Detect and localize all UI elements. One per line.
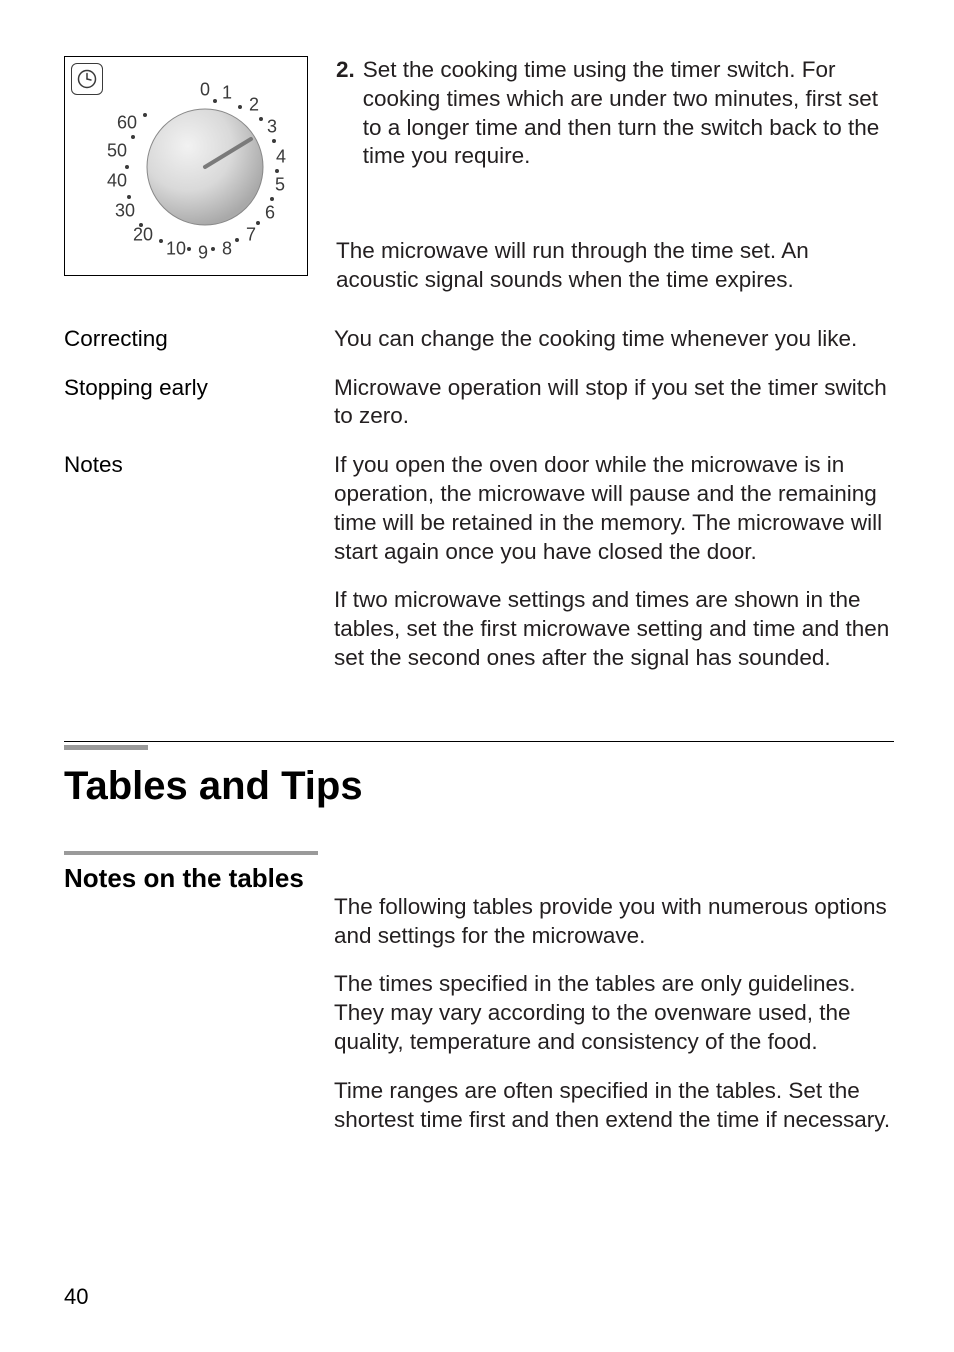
dial-num-8: 8 <box>222 239 232 260</box>
dial-num-1: 1 <box>222 83 232 104</box>
dial-num-6: 6 <box>265 203 275 224</box>
page-number: 40 <box>64 1284 88 1310</box>
dial-num-20: 20 <box>133 225 153 246</box>
subsection-heading: Notes on the tables <box>64 863 332 1135</box>
dial-num-4: 4 <box>276 147 286 168</box>
section-title: Tables and Tips <box>64 764 894 809</box>
notes-tables-p3: Time ranges are often specified in the t… <box>334 1077 894 1135</box>
timer-dial-figure: 0 1 2 3 4 5 6 7 8 9 10 20 30 40 50 60 <box>64 56 308 276</box>
step-2-text: Set the cooking time using the timer swi… <box>363 56 894 171</box>
dial-num-7: 7 <box>246 225 256 246</box>
section-divider <box>64 741 894 742</box>
dial-num-10: 10 <box>166 239 186 260</box>
step-2: 2. Set the cooking time using the timer … <box>336 56 894 171</box>
step-2-number: 2. <box>336 56 355 171</box>
dial-num-2: 2 <box>249 95 259 116</box>
run-paragraph: The microwave will run through the time … <box>336 237 894 295</box>
dial-num-60: 60 <box>117 113 137 134</box>
dial-num-0: 0 <box>200 80 210 101</box>
dial-num-9: 9 <box>198 243 208 264</box>
notes-tables-p2: The times specified in the tables are on… <box>334 970 894 1056</box>
timer-dial: 0 1 2 3 4 5 6 7 8 9 10 20 30 40 50 60 <box>65 57 307 275</box>
label-notes: Notes <box>64 451 332 673</box>
dial-num-30: 30 <box>115 201 135 222</box>
label-correcting: Correcting <box>64 325 332 374</box>
dial-num-5: 5 <box>275 175 285 196</box>
subsection-accent-bar <box>64 851 318 855</box>
text-notes-p1: If you open the oven door while the micr… <box>334 451 894 566</box>
dial-num-50: 50 <box>107 141 127 162</box>
dial-num-3: 3 <box>267 117 277 138</box>
section-accent-bar <box>64 745 148 750</box>
notes-tables-p1: The following tables provide you with nu… <box>334 893 894 951</box>
label-stopping-early: Stopping early <box>64 374 332 452</box>
text-notes-p2: If two microwave settings and times are … <box>334 586 894 672</box>
text-stopping-early: Microwave operation will stop if you set… <box>334 374 894 432</box>
text-correcting: You can change the cooking time whenever… <box>334 325 894 354</box>
dial-num-40: 40 <box>107 171 127 192</box>
